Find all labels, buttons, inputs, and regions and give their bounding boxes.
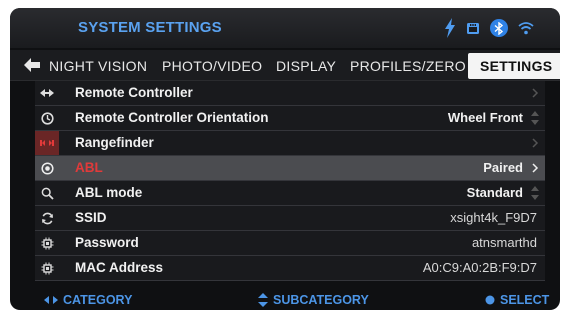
tab-bar: NIGHT VISION PHOTO/VIDEO DISPLAY PROFILE… bbox=[10, 50, 560, 81]
row-remote-controller-orientation[interactable]: Remote Controller Orientation Wheel Fron… bbox=[35, 106, 545, 131]
tab-settings[interactable]: SETTINGS bbox=[468, 53, 560, 79]
subcategory-hint: SUBCATEGORY bbox=[258, 293, 369, 307]
category-hint: CATEGORY bbox=[44, 293, 132, 307]
subcategory-label: SUBCATEGORY bbox=[273, 293, 369, 307]
row-value: Wheel Front bbox=[447, 110, 523, 125]
remote-arrows-icon bbox=[35, 81, 59, 105]
row-value: Paired bbox=[483, 160, 523, 175]
up-down-arrows-icon bbox=[531, 111, 539, 125]
row-value: Standard bbox=[466, 185, 523, 200]
bluetooth-icon bbox=[490, 19, 508, 37]
row-password: Password atnsmarthd bbox=[35, 231, 545, 256]
up-down-arrows-icon bbox=[258, 293, 268, 307]
chip-icon bbox=[35, 256, 59, 280]
row-mac-address: MAC Address A0:C9:A0:2B:F9:D7 bbox=[35, 256, 545, 281]
up-down-arrows-icon bbox=[531, 186, 539, 200]
wifi-icon bbox=[518, 22, 534, 35]
row-label: MAC Address bbox=[75, 260, 164, 275]
row-ssid: SSID xsight4k_F9D7 bbox=[35, 206, 545, 231]
row-label: Rangefinder bbox=[75, 135, 154, 150]
chevron-right-icon bbox=[532, 88, 539, 98]
tab-photo-video[interactable]: PHOTO/VIDEO bbox=[162, 56, 262, 76]
back-arrow-icon[interactable] bbox=[24, 58, 40, 72]
device-screen: SYSTEM SETTINGS NIGHT VISION PHOTO/VIDEO… bbox=[10, 8, 560, 310]
status-icons bbox=[444, 17, 534, 39]
row-remote-controller[interactable]: Remote Controller bbox=[35, 81, 545, 106]
row-value: xsight4k_F9D7 bbox=[450, 210, 537, 225]
left-right-arrows-icon bbox=[44, 296, 58, 304]
clock-icon bbox=[35, 106, 59, 130]
category-label: CATEGORY bbox=[63, 293, 133, 307]
select-hint: SELECT bbox=[485, 293, 549, 307]
row-label: SSID bbox=[75, 210, 107, 225]
tab-profiles-zero[interactable]: PROFILES/ZERO bbox=[350, 56, 466, 76]
chevron-right-icon bbox=[532, 138, 539, 148]
select-label: SELECT bbox=[500, 293, 550, 307]
row-label: Password bbox=[75, 235, 139, 250]
chevron-right-icon bbox=[532, 163, 539, 173]
footer-hints: CATEGORY SUBCATEGORY SELECT bbox=[10, 290, 560, 310]
header-bar: SYSTEM SETTINGS bbox=[10, 8, 560, 48]
row-label: ABL bbox=[75, 160, 103, 175]
row-label: ABL mode bbox=[75, 185, 143, 200]
target-icon bbox=[35, 156, 59, 180]
row-label: Remote Controller Orientation bbox=[75, 110, 269, 125]
lightning-bolt-icon bbox=[445, 18, 455, 38]
row-rangefinder[interactable]: Rangefinder bbox=[35, 131, 545, 156]
row-value: A0:C9:A0:2B:F9:D7 bbox=[422, 260, 537, 275]
tab-night-vision[interactable]: NIGHT VISION bbox=[49, 56, 147, 76]
sd-card-icon bbox=[467, 23, 479, 34]
search-icon bbox=[35, 181, 59, 205]
tab-display[interactable]: DISPLAY bbox=[276, 56, 336, 76]
dot-icon bbox=[485, 295, 495, 305]
rangefinder-icon bbox=[35, 131, 59, 155]
chip-icon bbox=[35, 231, 59, 255]
page-title: SYSTEM SETTINGS bbox=[78, 19, 222, 36]
row-value: atnsmarthd bbox=[471, 235, 537, 250]
row-abl[interactable]: ABL Paired bbox=[35, 156, 545, 181]
refresh-icon bbox=[35, 206, 59, 230]
row-label: Remote Controller bbox=[75, 85, 193, 100]
row-abl-mode[interactable]: ABL mode Standard bbox=[35, 181, 545, 206]
